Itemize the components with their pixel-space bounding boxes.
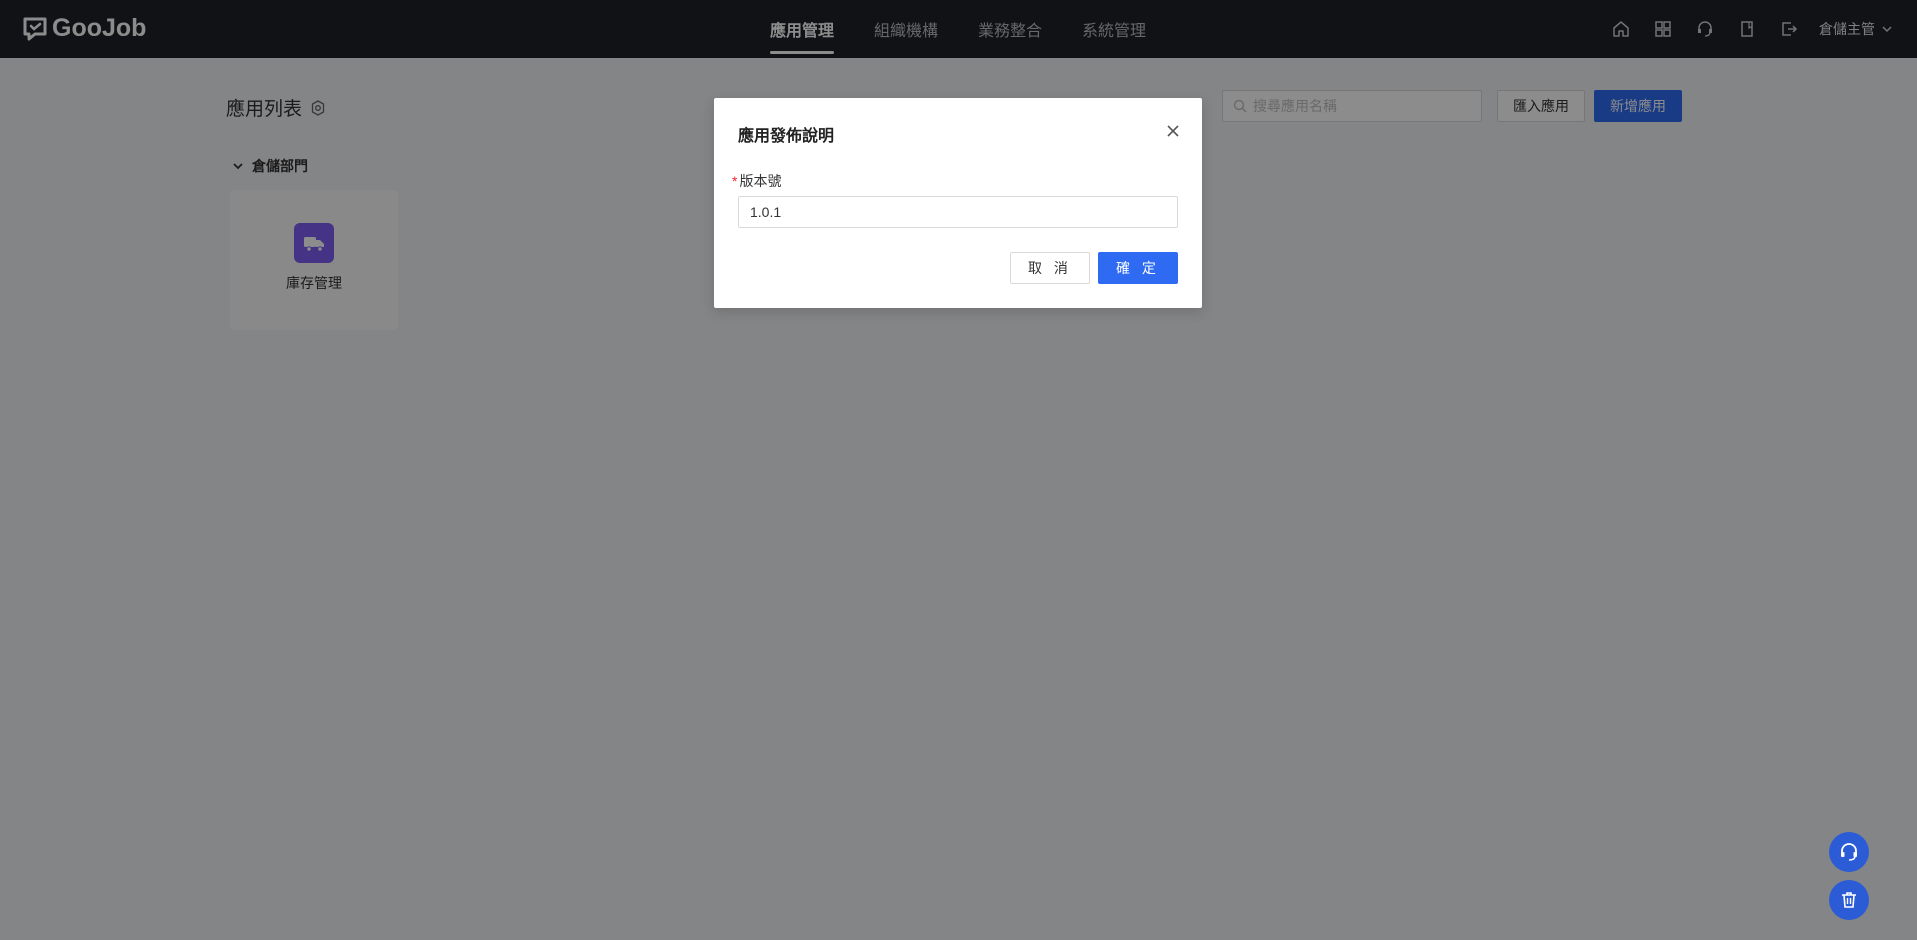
required-mark: *	[732, 173, 738, 189]
version-label-text: 版本號	[739, 173, 782, 189]
support-float-button[interactable]	[1829, 832, 1869, 872]
headset-icon	[1841, 843, 1857, 861]
cancel-button[interactable]: 取 消	[1010, 252, 1090, 284]
dialog-title: 應用發佈說明	[738, 128, 835, 145]
close-icon[interactable]	[1164, 122, 1182, 140]
trash-float-button[interactable]	[1829, 880, 1869, 920]
version-input[interactable]	[738, 196, 1178, 228]
trash-icon	[1842, 892, 1856, 908]
publish-dialog: 應用發佈說明 *版本號 取 消 確 定	[714, 98, 1202, 308]
confirm-button[interactable]: 確 定	[1098, 252, 1178, 284]
version-label: * 版本號	[732, 171, 781, 191]
